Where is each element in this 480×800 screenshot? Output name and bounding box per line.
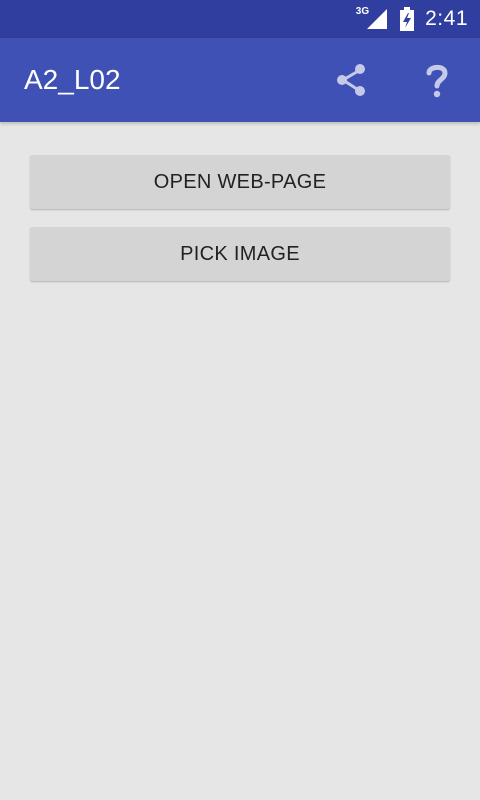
share-icon xyxy=(337,64,365,96)
open-web-page-button[interactable]: OPEN WEB-PAGE xyxy=(30,155,450,209)
main-content: OPEN WEB-PAGE PICK IMAGE xyxy=(0,122,480,800)
pick-image-label: PICK IMAGE xyxy=(180,242,300,265)
help-button[interactable] xyxy=(412,56,462,104)
status-bar: 3G 2:41 xyxy=(0,0,480,38)
network-type-label: 3G xyxy=(355,5,370,17)
pick-image-button[interactable]: PICK IMAGE xyxy=(30,227,450,281)
help-icon xyxy=(426,64,448,98)
share-button[interactable] xyxy=(326,56,376,104)
battery-charging-icon xyxy=(400,7,415,31)
status-clock: 2:41 xyxy=(425,7,468,30)
status-icons: 3G 2:41 xyxy=(356,0,468,38)
app-bar: A2_L02 xyxy=(0,38,480,122)
app-title: A2_L02 xyxy=(24,64,121,95)
open-web-page-label: OPEN WEB-PAGE xyxy=(153,170,327,193)
